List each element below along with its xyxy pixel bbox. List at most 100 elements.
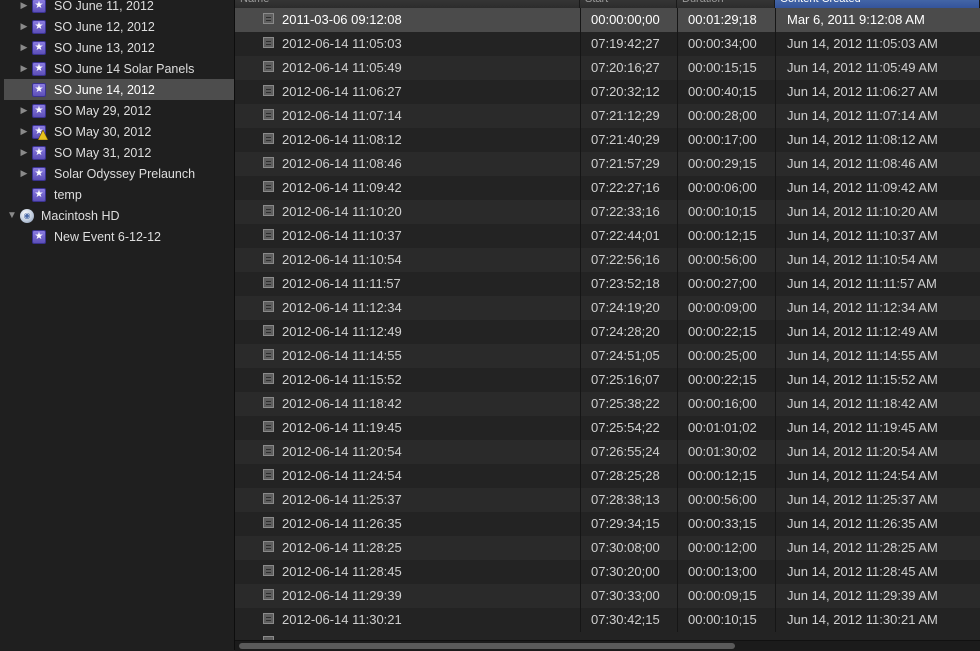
- sidebar-event-label: SO May 30, 2012: [54, 124, 152, 139]
- start-cell: 07:21:40;29: [580, 128, 677, 152]
- table-row[interactable]: 2012-06-14 11:18:42 07:25:38;22 00:00:16;0…: [235, 392, 980, 416]
- table-row[interactable]: 2012-06-14 11:06:27 07:20:32;12 00:00:40;1…: [235, 80, 980, 104]
- duration-cell: 00:01:29;18: [677, 8, 775, 32]
- sidebar-event-item[interactable]: ▶ ★ SO May 31, 2012: [4, 142, 234, 163]
- table-row[interactable]: 2012-06-14 11:28:25 07:30:08;00 00:00:12;0…: [235, 536, 980, 560]
- table-row[interactable]: 2012-06-14 11:12:34 07:24:19;20 00:00:09;0…: [235, 296, 980, 320]
- column-header-content-created[interactable]: Content Created: [775, 0, 980, 8]
- event-star-icon: ★: [32, 61, 46, 76]
- disclosure-triangle-icon[interactable]: ▶: [16, 42, 32, 53]
- disclosure-triangle-icon[interactable]: ▼: [4, 210, 20, 221]
- sidebar-event-item[interactable]: ▶ ★ SO June 12, 2012: [4, 16, 234, 37]
- table-row[interactable]: 2011-03-06 09:12:08 00:00:00;00 00:01:29;1…: [235, 8, 980, 32]
- duration-cell: 00:00:09;00: [677, 296, 775, 320]
- sidebar-event-item[interactable]: ★ temp: [4, 184, 234, 205]
- scrollbar-thumb[interactable]: [239, 643, 735, 649]
- sidebar-event-item[interactable]: ▶ ★ Solar Odyssey Prelaunch: [4, 163, 234, 184]
- sidebar-event-item[interactable]: ★ New Event 6-12-12: [4, 226, 234, 247]
- clip-name-cell: 2012-06-14 11:05:03: [282, 36, 402, 51]
- clip-name-cell: 2012-06-14 11:12:49: [282, 324, 402, 339]
- table-row[interactable]: 2012-06-14 11:09:42 07:22:27;16 00:00:06;0…: [235, 176, 980, 200]
- duration-cell: 00:00:40;15: [677, 80, 775, 104]
- event-star-icon: ★: [32, 145, 46, 160]
- duration-cell: 00:00:06;00: [677, 176, 775, 200]
- disclosure-triangle-icon[interactable]: ▶: [16, 147, 32, 158]
- duration-cell: 00:00:25;00: [677, 344, 775, 368]
- table-row[interactable]: 2012-06-14 11:11:57 07:23:52;18 00:00:27;0…: [235, 272, 980, 296]
- table-row[interactable]: 2012-06-14 11:15:52 07:25:16;07 00:00:22;1…: [235, 368, 980, 392]
- table-row[interactable]: 2012-06-14 11:05:03 07:19:42;27 00:00:34;0…: [235, 32, 980, 56]
- column-header-duration[interactable]: Duration: [677, 0, 775, 8]
- clip-name-cell: 2012-06-14 11:24:54: [282, 468, 402, 483]
- table-row[interactable]: 2012-06-14 11:10:54 07:22:56;16 00:00:56;0…: [235, 248, 980, 272]
- sidebar-event-item[interactable]: ▶ ★ SO May 29, 2012: [4, 100, 234, 121]
- content-created-cell: Jun 14, 2012 11:10:20 AM: [775, 200, 980, 224]
- duration-cell: 00:00:22;15: [677, 368, 775, 392]
- disclosure-triangle-icon[interactable]: ▶: [16, 168, 32, 179]
- horizontal-scrollbar[interactable]: [235, 640, 980, 651]
- disclosure-triangle-icon[interactable]: ▶: [16, 63, 32, 74]
- content-created-cell: Jun 14, 2012 11:28:45 AM: [775, 560, 980, 584]
- disclosure-triangle-icon[interactable]: ▶: [16, 0, 32, 11]
- column-header-name[interactable]: Name: [235, 0, 580, 8]
- event-star-icon: ★: [32, 0, 46, 13]
- clip-name-cell: 2012-06-14 11:12:34: [282, 300, 402, 315]
- start-cell: 07:21:57;29: [580, 152, 677, 176]
- table-row[interactable]: 2012-06-14 11:30:21 07:30:42;15 00:00:10;1…: [235, 608, 980, 632]
- hard-drive-icon: ◉: [20, 208, 34, 223]
- disclosure-triangle-icon[interactable]: ▶: [16, 21, 32, 32]
- content-created-cell: Jun 14, 2012 11:10:37 AM: [775, 224, 980, 248]
- sidebar-event-label: New Event 6-12-12: [54, 229, 162, 244]
- content-created-cell: Jun 14, 2012 11:30:21 AM: [775, 608, 980, 632]
- start-cell: 07:21:12;29: [580, 104, 677, 128]
- table-row[interactable]: 2012-06-14 11:24:54 07:28:25;28 00:00:12;1…: [235, 464, 980, 488]
- sidebar-event-label: SO May 31, 2012: [54, 145, 152, 160]
- duration-cell: 00:00:10;15: [677, 608, 775, 632]
- event-star-icon: ★: [32, 82, 46, 97]
- sidebar-event-item[interactable]: ★ SO June 14, 2012: [4, 79, 234, 100]
- table-row[interactable]: 2012-06-14 11:08:12 07:21:40;29 00:00:17;0…: [235, 128, 980, 152]
- table-row-partial[interactable]: [235, 632, 980, 644]
- table-row[interactable]: 2012-06-14 11:19:45 07:25:54;22 00:01:01;0…: [235, 416, 980, 440]
- content-created-cell: Jun 14, 2012 11:05:49 AM: [775, 56, 980, 80]
- disclosure-triangle-icon[interactable]: ▶: [16, 126, 32, 137]
- disclosure-triangle-icon[interactable]: ▶: [16, 105, 32, 116]
- start-cell: 07:24:51;05: [580, 344, 677, 368]
- start-cell: 07:30:08;00: [580, 536, 677, 560]
- table-row[interactable]: 2012-06-14 11:14:55 07:24:51;05 00:00:25;0…: [235, 344, 980, 368]
- clip-name-cell: 2012-06-14 11:11:57: [282, 276, 401, 291]
- duration-cell: 00:00:12;15: [677, 224, 775, 248]
- clip-table-body: 2011-03-06 09:12:08 00:00:00;00 00:01:29;1…: [235, 8, 980, 640]
- table-row[interactable]: 2012-06-14 11:08:46 07:21:57;29 00:00:29;1…: [235, 152, 980, 176]
- table-row[interactable]: 2012-06-14 11:28:45 07:30:20;00 00:00:13;0…: [235, 560, 980, 584]
- content-created-cell: Jun 14, 2012 11:28:25 AM: [775, 536, 980, 560]
- table-row[interactable]: 2012-06-14 11:05:49 07:20:16;27 00:00:15;1…: [235, 56, 980, 80]
- sidebar-event-label: SO June 13, 2012: [54, 40, 155, 55]
- content-created-cell: Jun 14, 2012 11:18:42 AM: [775, 392, 980, 416]
- table-row[interactable]: 2012-06-14 11:25:37 07:28:38;13 00:00:56;0…: [235, 488, 980, 512]
- event-star-icon: ★: [32, 103, 46, 118]
- column-header-start[interactable]: Start: [580, 0, 677, 8]
- table-row[interactable]: 2012-06-14 11:10:20 07:22:33;16 00:00:10;1…: [235, 200, 980, 224]
- sidebar-event-item[interactable]: ▶ ★ SO June 14 Solar Panels: [4, 58, 234, 79]
- table-row[interactable]: 2012-06-14 11:10:37 07:22:44;01 00:00:12;1…: [235, 224, 980, 248]
- table-row[interactable]: 2012-06-14 11:20:54 07:26:55;24 00:01:30;0…: [235, 440, 980, 464]
- clip-name-cell: 2012-06-14 11:09:42: [282, 180, 402, 195]
- sidebar-event-item[interactable]: ▶ ★ SO June 13, 2012: [4, 37, 234, 58]
- sidebar-event-item[interactable]: ▶ ★ SO May 30, 2012: [4, 121, 234, 142]
- content-created-cell: Jun 14, 2012 11:24:54 AM: [775, 464, 980, 488]
- table-row[interactable]: 2012-06-14 11:07:14 07:21:12;29 00:00:28;0…: [235, 104, 980, 128]
- clip-name-cell: 2012-06-14 11:26:35: [282, 516, 402, 531]
- start-cell: 00:00:00;00: [580, 8, 677, 32]
- sidebar-event-label: SO June 14, 2012: [54, 82, 155, 97]
- table-row[interactable]: 2012-06-14 11:29:39 07:30:33;00 00:00:09;1…: [235, 584, 980, 608]
- start-cell: 07:30:42;15: [580, 608, 677, 632]
- sidebar-event-item[interactable]: ▶ ★ SO June 11, 2012: [4, 0, 234, 16]
- duration-cell: 00:00:34;00: [677, 32, 775, 56]
- table-row[interactable]: 2012-06-14 11:26:35 07:29:34;15 00:00:33;1…: [235, 512, 980, 536]
- content-created-cell: Jun 14, 2012 11:20:54 AM: [775, 440, 980, 464]
- clip-name-cell: 2012-06-14 11:18:42: [282, 396, 402, 411]
- table-row[interactable]: 2012-06-14 11:12:49 07:24:28;20 00:00:22;1…: [235, 320, 980, 344]
- sidebar-volume-macintosh-hd[interactable]: ▼ ◉ Macintosh HD: [4, 205, 234, 226]
- clip-list-view: Name Start Duration Content Created 2011…: [235, 0, 980, 651]
